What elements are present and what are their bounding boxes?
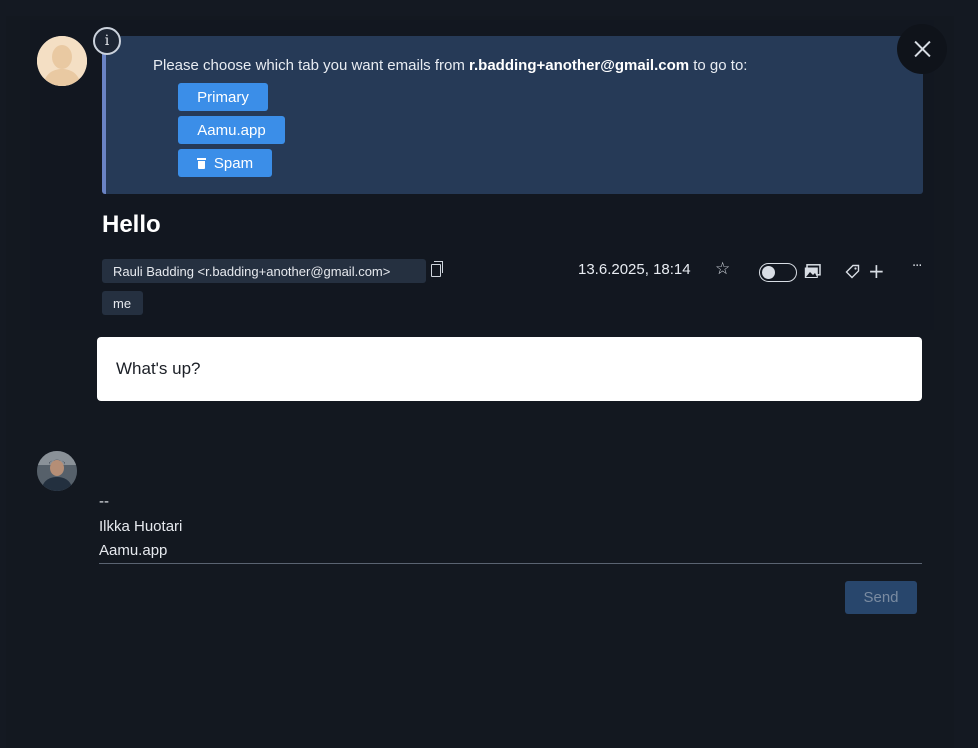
copy-icon[interactable] — [431, 261, 443, 277]
email-viewer-page: Please choose which tab you want emails … — [0, 0, 978, 748]
signature-separator: -- — [99, 493, 109, 510]
signature-company: Aamu.app — [99, 542, 168, 559]
reply-editor[interactable]: -- Ilkka Huotari Aamu.app — [99, 491, 922, 564]
message-body-text: What's up? — [116, 359, 201, 378]
close-button[interactable] — [897, 24, 947, 74]
tab-aamu-button[interactable]: Aamu.app — [178, 116, 285, 144]
banner-email: r.badding+another@gmail.com — [469, 57, 690, 74]
tab-spam-button[interactable]: Spam — [178, 149, 272, 177]
from-address: Rauli Badding <r.badding+another@gmail.c… — [113, 263, 391, 279]
tab-spam-label: Spam — [213, 154, 254, 172]
signature-name: Ilkka Huotari — [99, 518, 183, 535]
email-date: 13.6.2025, 18:14 — [578, 261, 691, 278]
send-button[interactable]: Send — [845, 581, 917, 614]
sender-avatar — [37, 36, 87, 86]
send-label: Send — [863, 589, 899, 606]
banner-text-suffix: to go to: — [689, 57, 748, 74]
to-address: me — [113, 295, 132, 311]
tag-icon[interactable] — [845, 264, 860, 279]
info-icon[interactable]: i — [93, 27, 121, 55]
user-avatar — [37, 451, 77, 491]
tab-primary-label: Primary — [197, 88, 249, 106]
tab-primary-button[interactable]: Primary — [178, 83, 268, 111]
email-subject: Hello — [102, 211, 161, 238]
toggle-switch[interactable] — [759, 263, 797, 282]
message-body: What's up? — [97, 337, 922, 401]
star-icon[interactable]: ☆ — [715, 259, 730, 279]
trash-icon — [196, 157, 206, 169]
banner-message: Please choose which tab you want emails … — [153, 57, 747, 74]
banner-text-prefix: Please choose which tab you want emails … — [153, 57, 469, 74]
tab-choice-banner: Please choose which tab you want emails … — [102, 36, 923, 194]
to-chip[interactable]: me — [102, 291, 143, 315]
from-chip[interactable]: Rauli Badding <r.badding+another@gmail.c… — [102, 259, 426, 283]
plus-icon[interactable]: + — [868, 259, 885, 283]
more-icon[interactable]: ··· — [912, 259, 922, 274]
images-icon[interactable] — [804, 264, 821, 279]
tab-aamu-label: Aamu.app — [197, 121, 266, 139]
